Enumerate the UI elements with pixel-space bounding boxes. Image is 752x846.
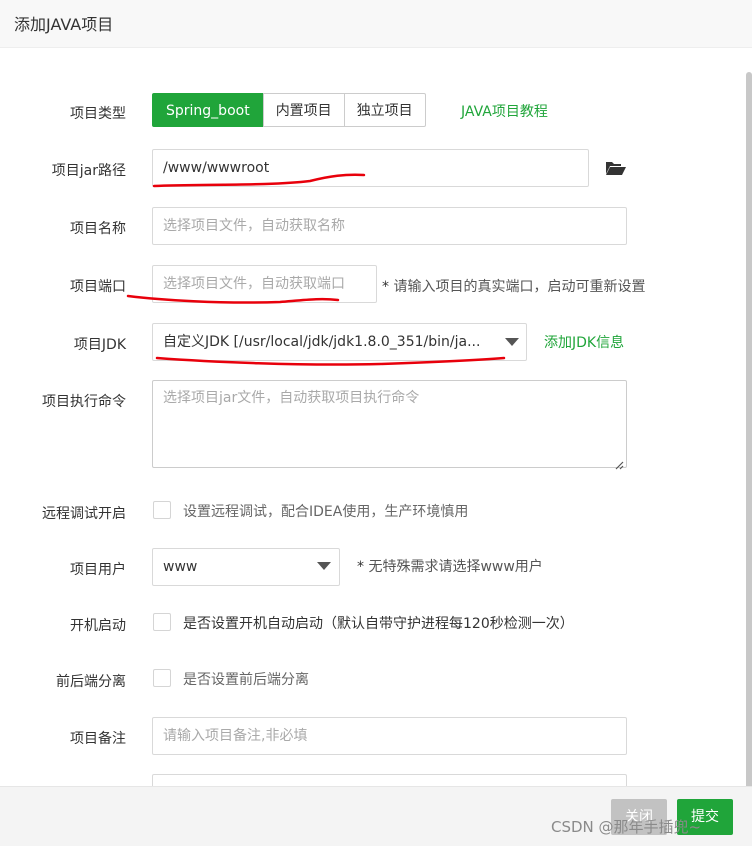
remark-input[interactable]: 请输入项目备注,非必填 — [152, 717, 627, 755]
jdk-chevron-down-icon — [505, 338, 519, 346]
jdk-label: 项目JDK — [73, 337, 126, 353]
type-option-builtin[interactable]: 内置项目 — [262, 93, 345, 127]
remote-debug-text: 设置远程调试，配合IDEA使用，生产环境慎用 — [183, 504, 469, 520]
user-hint: * 无特殊需求请选择www用户 — [357, 556, 543, 576]
user-hint-star: * — [357, 559, 364, 575]
autostart-label: 开机启动 — [70, 618, 126, 634]
user-hint-text: 无特殊需求请选择www用户 — [368, 559, 543, 575]
folder-open-icon[interactable] — [605, 160, 627, 176]
type-option-spring-boot[interactable]: Spring_boot — [152, 93, 264, 127]
port-hint-star: * — [382, 279, 389, 295]
resize-handle-icon[interactable] — [614, 455, 624, 470]
autostart-checkbox[interactable] — [153, 613, 171, 631]
jdk-select[interactable]: 自定义JDK [/usr/local/jdk/jdk1.8.0_351/bin/… — [152, 323, 527, 361]
separation-text: 是否设置前后端分离 — [183, 672, 309, 688]
remark-label: 项目备注 — [70, 731, 126, 747]
user-select[interactable]: www — [152, 548, 340, 586]
separation-checkbox[interactable] — [153, 669, 171, 687]
csdn-watermark: CSDN @那年手插兜~ — [551, 818, 702, 836]
port-hint-text: 请输入项目的真实端口，启动可重新设置 — [393, 279, 646, 295]
separation-label: 前后端分离 — [56, 674, 126, 690]
project-type-group: Spring_boot 内置项目 独立项目 — [152, 93, 426, 127]
project-name-input[interactable]: 选择项目文件，自动获取名称 — [152, 207, 627, 245]
project-type-label: 项目类型 — [70, 106, 126, 122]
remote-debug-label: 远程调试开启 — [42, 506, 126, 522]
dialog-scrollbar[interactable] — [744, 48, 752, 822]
project-port-input[interactable]: 选择项目文件，自动获取端口 — [152, 265, 377, 303]
add-jdk-link[interactable]: 添加JDK信息 — [544, 332, 624, 352]
project-name-label: 项目名称 — [70, 221, 126, 237]
type-option-standalone[interactable]: 独立项目 — [343, 93, 426, 127]
remote-debug-checkbox[interactable] — [153, 501, 171, 519]
dialog-header: 添加JAVA项目 — [0, 0, 752, 48]
command-textarea[interactable]: 选择项目jar文件，自动获取项目执行命令 — [152, 380, 627, 468]
command-label: 项目执行命令 — [42, 394, 126, 410]
project-port-label: 项目端口 — [70, 279, 126, 295]
autostart-text: 是否设置开机自动启动（默认自带守护进程每120秒检测一次） — [183, 616, 574, 632]
jar-path-input[interactable]: /www/wwwroot — [152, 149, 589, 187]
jar-path-label: 项目jar路径 — [51, 163, 126, 179]
user-label: 项目用户 — [70, 562, 126, 578]
dialog-title: 添加JAVA项目 — [14, 15, 114, 34]
scrollbar-thumb[interactable] — [746, 72, 752, 822]
java-tutorial-link[interactable]: JAVA项目教程 — [461, 101, 548, 121]
user-chevron-down-icon — [317, 562, 331, 570]
port-hint: * 请输入项目的真实端口，启动可重新设置 — [382, 276, 645, 296]
